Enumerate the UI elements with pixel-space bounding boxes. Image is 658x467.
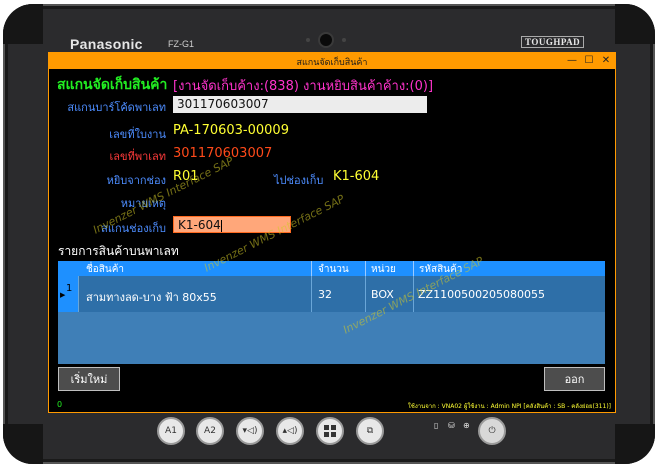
sensor-icon — [342, 38, 346, 42]
a1-button[interactable]: A1 — [157, 417, 185, 445]
column-divider — [78, 276, 79, 312]
footer-status: ใช้งานจาก : VNA02 ผู้ใช้งาน : Admin NPI … — [407, 403, 611, 410]
to-slot-value: K1-604 — [333, 169, 380, 184]
column-divider — [365, 276, 366, 312]
bumper-top-left — [3, 4, 43, 44]
power-icon: ⏻ — [488, 426, 496, 436]
rotate-icon: ⧉ — [366, 426, 374, 436]
pallet-barcode-input[interactable]: 301170603007 — [173, 96, 427, 113]
bumper-top-right — [615, 4, 655, 44]
pallet-items-title: รายการสินค้าบนพาเลท — [58, 244, 179, 258]
column-header-name[interactable]: ชื่อสินค้า — [86, 262, 124, 277]
minimize-button[interactable]: — — [565, 54, 579, 67]
pallet-barcode-label: สแกนบาร์โค้ดพาเลท — [67, 101, 166, 114]
column-header-unit[interactable]: หน่วย — [371, 262, 396, 277]
power-button[interactable]: ⏻ — [478, 417, 506, 445]
battery-led-icon: ▯ — [434, 421, 439, 430]
close-button[interactable]: ✕ — [599, 54, 613, 67]
camera-icon — [320, 34, 332, 46]
scan-slot-value: K1-604 — [178, 218, 221, 232]
bumper-bottom-left — [3, 424, 43, 464]
grid-header: ชื่อสินค้า จำนวน หน่วย รหัสสินค้า — [58, 261, 605, 276]
volume-up-icon: ▴◁) — [282, 426, 298, 436]
pallet-items-grid[interactable]: ชื่อสินค้า จำนวน หน่วย รหัสสินค้า สามทาง… — [58, 261, 605, 364]
from-slot-label: หยิบจากช่อง — [106, 174, 166, 187]
column-divider — [413, 261, 414, 276]
pending-status: [งานจัดเก็บค้าง:(838) งานหยิบสินค้าค้าง:… — [173, 79, 434, 94]
storage-led-icon: ⛁ — [448, 421, 455, 430]
bumper-bottom-right — [615, 424, 655, 464]
a2-button[interactable]: A2 — [196, 417, 224, 445]
column-divider — [311, 261, 312, 276]
windows-icon — [324, 424, 336, 437]
toughpad-badge: TOUGHPAD — [521, 36, 585, 48]
volume-up-button[interactable]: ▴◁) — [276, 417, 304, 445]
table-row[interactable]: สามทางลด-บาง ฟ้า 80x55 32 BOX ZZ11005002… — [58, 276, 605, 312]
maximize-button[interactable]: ☐ — [582, 54, 596, 67]
column-header-qty[interactable]: จำนวน — [318, 262, 349, 277]
restart-button[interactable]: เริ่มใหม่ — [58, 367, 120, 391]
device-brand: Panasonic — [70, 36, 143, 52]
to-slot-label: ไปช่องเก็บ — [274, 174, 324, 187]
page-title: สแกนจัดเก็บสินค้า — [57, 77, 168, 93]
app-screen: สแกนจัดเก็บสินค้า — ☐ ✕ สแกนจัดเก็บสินค้… — [48, 52, 616, 413]
row-pointer-icon: ▶ — [60, 291, 66, 299]
pallet-barcode-value: 301170603007 — [177, 97, 269, 111]
text-caret — [220, 219, 222, 232]
device-model: FZ-G1 — [168, 39, 194, 49]
wireless-led-icon: ⊕ — [463, 421, 470, 430]
column-divider — [311, 276, 312, 312]
doc-no-label: เลขที่ใบงาน — [109, 128, 166, 141]
cell-qty: 32 — [318, 288, 332, 301]
volume-down-button[interactable]: ▾◁) — [236, 417, 264, 445]
doc-no-value: PA-170603-00009 — [173, 123, 289, 138]
cell-name: สามทางลด-บาง ฟ้า 80x55 — [86, 291, 217, 304]
pallet-no-label: เลขที่พาเลท — [109, 150, 166, 163]
sensor-icon — [306, 38, 310, 42]
window-title: สแกนจัดเก็บสินค้า — [296, 58, 368, 68]
volume-down-icon: ▾◁) — [242, 426, 258, 436]
row-index: 1 — [66, 283, 73, 294]
footer-mark: 0 — [57, 400, 63, 409]
window-titlebar: สแกนจัดเก็บสินค้า — ☐ ✕ — [49, 53, 615, 69]
windows-button[interactable] — [316, 417, 344, 445]
column-divider — [365, 261, 366, 276]
a2-button-label: A2 — [204, 426, 216, 436]
exit-button[interactable]: ออก — [544, 367, 605, 391]
row-header[interactable]: ▶ 1 — [58, 276, 78, 312]
rotate-button[interactable]: ⧉ — [356, 417, 384, 445]
